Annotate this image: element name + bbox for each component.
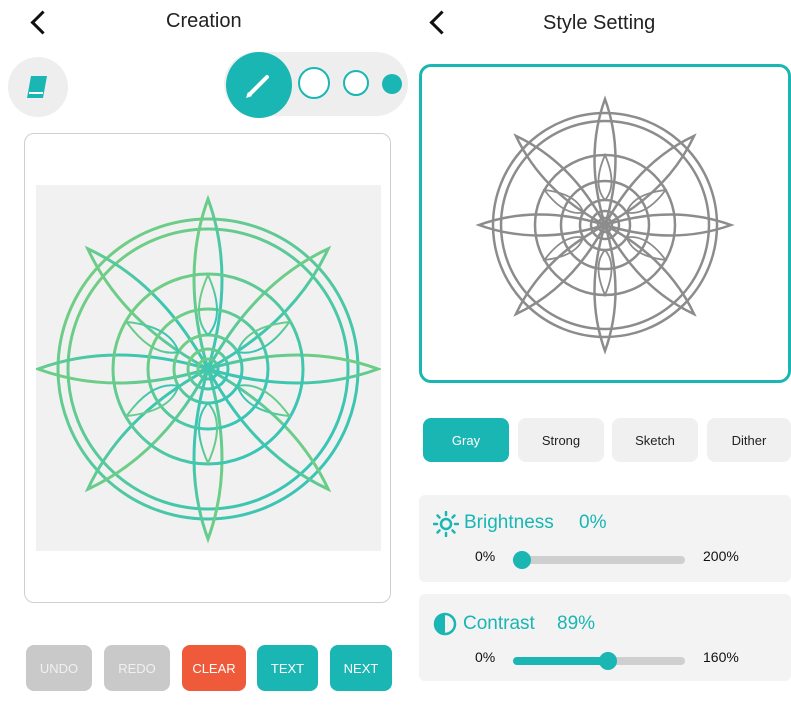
contrast-min-label: 0% — [475, 649, 496, 665]
brightness-min-label: 0% — [475, 548, 496, 564]
style-tab-sketch[interactable]: Sketch — [612, 418, 698, 462]
contrast-value: 89% — [557, 613, 596, 634]
sun-icon — [433, 511, 459, 537]
slider-thumb[interactable] — [599, 652, 618, 670]
drawing-canvas[interactable] — [24, 133, 391, 603]
brightness-label: Brightness — [464, 512, 554, 533]
slider-thumb[interactable] — [513, 551, 531, 569]
undo-button[interactable]: UNDO — [26, 645, 92, 691]
text-button[interactable]: TEXT — [257, 645, 318, 691]
page-title-style-setting: Style Setting — [543, 12, 656, 34]
pencil-icon — [246, 75, 269, 98]
brightness-value: 0% — [579, 512, 607, 533]
brush-size-small[interactable] — [382, 74, 402, 94]
clear-button[interactable]: CLEAR — [182, 645, 246, 691]
contrast-slider[interactable] — [513, 652, 685, 670]
eraser-button[interactable] — [8, 57, 68, 117]
style-tab-gray[interactable]: Gray — [423, 418, 509, 462]
back-arrow-icon[interactable] — [30, 10, 55, 35]
contrast-panel: Contrast 89% 0% 160% — [419, 594, 791, 681]
brightness-slider[interactable] — [513, 551, 685, 569]
next-button[interactable]: NEXT — [330, 645, 392, 691]
redo-button[interactable]: REDO — [104, 645, 170, 691]
style-preview — [419, 64, 791, 383]
page-title-creation: Creation — [166, 10, 242, 32]
brightness-panel: Brightness 0% 0% 200% — [419, 495, 791, 582]
mandala-image-gray — [475, 95, 735, 355]
brush-size-large[interactable] — [298, 67, 330, 99]
mandala-image-green — [33, 194, 383, 544]
back-arrow-icon[interactable] — [429, 10, 454, 35]
slider-fill — [513, 657, 609, 665]
contrast-icon — [433, 612, 457, 636]
slider-track — [513, 556, 685, 564]
brightness-max-label: 200% — [703, 548, 739, 564]
eraser-icon — [27, 76, 47, 98]
brush-size-medium[interactable] — [343, 70, 369, 96]
pen-tool-button[interactable] — [226, 52, 292, 118]
style-tab-strong[interactable]: Strong — [518, 418, 604, 462]
style-tab-dither[interactable]: Dither — [707, 418, 791, 462]
contrast-label: Contrast — [463, 613, 535, 634]
canvas-image-area — [33, 185, 383, 551]
contrast-max-label: 160% — [703, 649, 739, 665]
